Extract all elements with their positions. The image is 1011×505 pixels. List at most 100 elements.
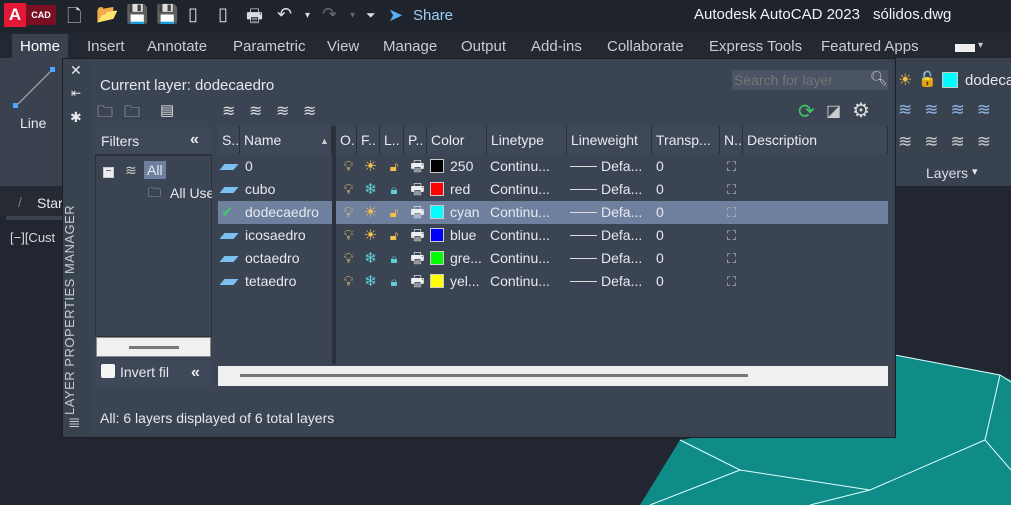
tab-add-ins[interactable]: Add-ins — [531, 38, 582, 55]
layer-transparency[interactable]: 0 — [656, 155, 664, 178]
layer-name[interactable]: 0 — [245, 155, 253, 178]
current-layer-dropdown[interactable]: dodeca — [965, 72, 1011, 89]
open-icon[interactable]: 📂 — [96, 4, 118, 25]
settings-gear-icon[interactable]: ⚙ — [852, 98, 870, 123]
new-icon[interactable]: 🗋 — [67, 4, 81, 34]
chevron-down-icon[interactable]: ▾ — [972, 165, 978, 178]
filter-all-used[interactable]: All Use — [170, 185, 212, 201]
layer-name[interactable]: icosaedro — [245, 224, 306, 247]
new-layer-vp-frozen-icon[interactable]: ≋ — [249, 101, 262, 121]
collapse-icon[interactable]: « — [191, 364, 200, 382]
horizontal-scrollbar[interactable] — [218, 366, 888, 386]
save-icon[interactable]: 💾 — [126, 4, 148, 25]
layer-lineweight[interactable]: Defa... — [601, 201, 642, 224]
bulb-on-icon[interactable]: 💡︎ — [338, 224, 359, 247]
layer-name[interactable]: cubo — [245, 178, 275, 201]
layer-linetype[interactable]: Continu... — [490, 155, 550, 178]
layer-color[interactable]: red — [430, 178, 470, 201]
column-header-new-vp-freeze[interactable]: N.. — [720, 126, 743, 154]
layer-lineweight[interactable]: Defa... — [601, 155, 642, 178]
layer-transparency[interactable]: 0 — [656, 270, 664, 293]
printer-icon[interactable]: 🖶 — [406, 247, 429, 270]
new-vp-freeze-icon[interactable]: ⛶ — [720, 224, 743, 247]
refresh-icon[interactable]: ⟳ — [798, 99, 815, 124]
tab-featured-apps[interactable]: Featured Apps — [821, 38, 919, 55]
filters-scrollbar[interactable] — [96, 337, 211, 357]
layer-linetype[interactable]: Continu... — [490, 247, 550, 270]
ribbon-minimize-button[interactable] — [955, 44, 975, 52]
sun-icon[interactable]: ☀ — [359, 201, 382, 224]
tab-manage[interactable]: Manage — [383, 38, 437, 55]
layer-name[interactable]: tetaedro — [245, 270, 296, 293]
layer-row[interactable]: 0 💡︎ ☀ 🔓︎ 🖶 250 Continu... Defa... 0 ⛶ — [218, 155, 888, 178]
column-header-transparency[interactable]: Transp... — [652, 126, 720, 154]
lock-icon[interactable]: 🔒︎ — [382, 247, 406, 270]
tab-insert[interactable]: Insert — [87, 38, 125, 55]
layer-lineweight[interactable]: Defa... — [601, 247, 642, 270]
line-tool-icon[interactable] — [10, 62, 60, 110]
new-property-filter-icon[interactable]: 🗀 — [97, 101, 113, 128]
tab-annotate[interactable]: Annotate — [147, 38, 207, 55]
printer-icon[interactable]: 🖶 — [406, 178, 429, 201]
layer-row[interactable]: icosaedro 💡︎ ☀ 🔓︎ 🖶 blue Continu... Defa... 0 ⛶ — [218, 224, 888, 247]
column-header-status[interactable]: S.. — [218, 126, 240, 154]
sun-icon[interactable]: ☀ — [359, 224, 382, 247]
new-group-filter-icon[interactable]: 🗀 — [124, 101, 140, 128]
layer-color[interactable]: gre... — [430, 247, 482, 270]
layer-row[interactable]: cubo 💡︎ ❄ 🔒︎ 🖶 red Continu... Defa... 0 ⛶ — [218, 178, 888, 201]
layer-lineweight[interactable]: Defa... — [601, 270, 642, 293]
column-header-description[interactable]: Description — [743, 126, 888, 154]
search-layer-input[interactable] — [732, 70, 888, 90]
bulb-on-icon[interactable]: 💡︎ — [338, 178, 359, 201]
column-header-plot[interactable]: P.. — [404, 126, 427, 154]
tab-view[interactable]: View — [327, 38, 359, 55]
auto-hide-icon[interactable]: ⇤ — [71, 86, 81, 100]
layer-linetype[interactable]: Continu... — [490, 201, 550, 224]
tab-collaborate[interactable]: Collaborate — [607, 38, 684, 55]
save-web-icon[interactable]: ▯ — [218, 4, 228, 25]
layer-tools-row2-icon[interactable]: ≋≋≋≋ — [898, 132, 1003, 152]
layer-transparency[interactable]: 0 — [656, 201, 664, 224]
invert-filter-checkbox[interactable] — [101, 364, 115, 378]
snowflake-icon[interactable]: ❄ — [359, 247, 382, 270]
bulb-on-icon[interactable]: 💡︎ — [338, 201, 359, 224]
layer-lineweight[interactable]: Defa... — [601, 224, 642, 247]
new-vp-freeze-icon[interactable]: ⛶ — [720, 247, 743, 270]
printer-icon[interactable]: 🖶 — [406, 155, 429, 178]
column-header-lineweight[interactable]: Lineweight — [567, 126, 652, 154]
new-layer-icon[interactable]: ≋ — [222, 101, 235, 121]
new-vp-freeze-icon[interactable]: ⛶ — [720, 201, 743, 224]
layer-name[interactable]: dodecaedro — [245, 201, 319, 224]
start-tab[interactable]: Star — [37, 195, 63, 211]
collapse-filters-icon[interactable]: « — [190, 131, 199, 149]
customize-qa-icon[interactable]: ⏷ — [366, 8, 376, 23]
layer-transparency[interactable]: 0 — [656, 178, 664, 201]
sun-icon[interactable]: ☀ — [359, 155, 382, 178]
tab-home[interactable]: Home — [12, 34, 69, 58]
layer-row[interactable]: octaedro 💡︎ ❄ 🔒︎ 🖶 gre... Continu... Defa... 0 ⛶ — [218, 247, 888, 270]
layer-color[interactable]: yel... — [430, 270, 480, 293]
properties-gear-icon[interactable]: ✱ — [70, 109, 82, 126]
layer-name[interactable]: octaedro — [245, 247, 299, 270]
lock-icon[interactable]: 🔒︎ — [382, 178, 406, 201]
layer-color[interactable]: cyan — [430, 201, 480, 224]
undo-icon[interactable]: ↶ — [277, 4, 292, 25]
lock-icon[interactable]: 🔒︎ — [382, 270, 406, 293]
line-tool-label[interactable]: Line — [20, 115, 46, 131]
layer-row[interactable]: tetaedro 💡︎ ❄ 🔒︎ 🖶 yel... Continu... Defa... 0 ⛶ — [218, 270, 888, 293]
redo-icon[interactable]: ↷ — [322, 4, 337, 25]
filter-all[interactable]: All — [144, 161, 166, 179]
bulb-on-icon[interactable]: 💡︎ — [338, 155, 359, 178]
printer-icon[interactable]: 🖶 — [406, 201, 429, 224]
tab-parametric[interactable]: Parametric — [233, 38, 306, 55]
share-button[interactable]: Share — [413, 7, 453, 24]
column-header-color[interactable]: Color — [427, 126, 487, 154]
layer-states-manager-icon[interactable]: ▤ — [160, 101, 174, 119]
layer-lineweight[interactable]: Defa... — [601, 178, 642, 201]
viewport-controls[interactable]: [−][Cust — [10, 230, 55, 245]
column-header-lock[interactable]: L.. — [380, 126, 404, 154]
printer-icon[interactable]: 🖶 — [406, 270, 429, 293]
snowflake-icon[interactable]: ❄ — [359, 178, 382, 201]
snowflake-icon[interactable]: ❄ — [359, 270, 382, 293]
autocad-logo[interactable]: A CAD — [4, 3, 56, 27]
